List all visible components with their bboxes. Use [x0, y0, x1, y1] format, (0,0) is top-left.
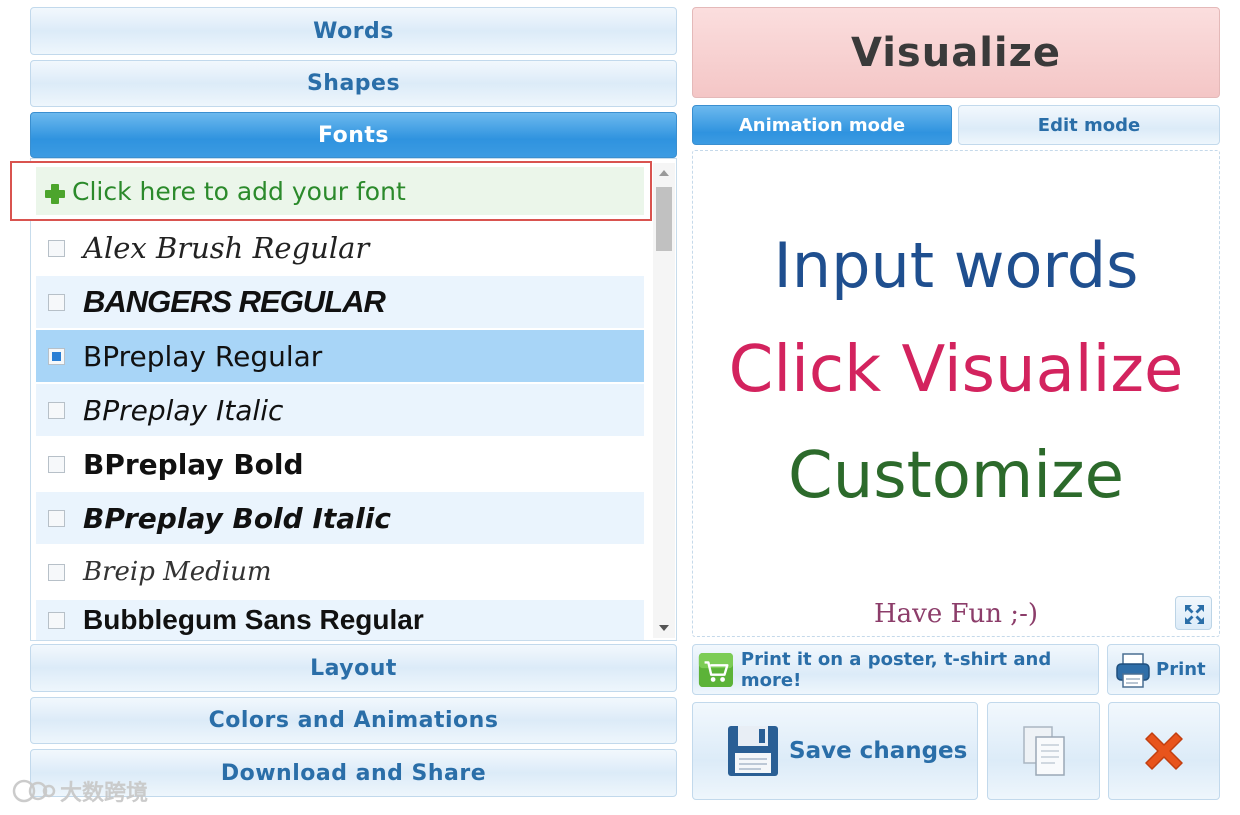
font-name: Alex Brush Regular: [83, 231, 370, 265]
font-name: BPreplay Bold Italic: [83, 501, 391, 535]
save-changes-button[interactable]: Save changes: [692, 702, 978, 800]
scroll-up-icon[interactable]: [659, 170, 669, 176]
font-checkbox[interactable]: [48, 293, 65, 311]
font-name: BPreplay Regular: [83, 339, 323, 373]
words-section-button[interactable]: Words: [30, 7, 677, 55]
floppy-disk-icon: [728, 726, 778, 776]
close-icon: [1145, 732, 1183, 770]
shapes-section-button[interactable]: Shapes: [30, 60, 677, 107]
visualize-button[interactable]: Visualize: [692, 7, 1220, 98]
preview-line-click-visualize: Click Visualize: [728, 333, 1184, 407]
font-item-bpreplay-bold-italic[interactable]: BPreplay Bold Italic: [36, 492, 644, 544]
printer-icon: [1116, 652, 1150, 688]
shopping-cart-icon: [698, 652, 733, 687]
font-name: BPreplay Bold: [83, 447, 304, 481]
font-checkbox[interactable]: [48, 401, 65, 419]
font-list-scrollbar[interactable]: [653, 163, 675, 638]
font-name: Bubblegum Sans Regular: [83, 604, 424, 635]
font-item-bpreplay-italic[interactable]: BPreplay Italic: [36, 384, 644, 436]
preview-line-input-words: Input words: [773, 229, 1139, 302]
font-item-bangers[interactable]: BANGERS REGULAR: [36, 276, 644, 328]
watermark: 大数跨境: [12, 776, 148, 806]
font-item-bpreplay-regular[interactable]: BPreplay Regular: [36, 330, 644, 382]
print-poster-button[interactable]: Print it on a poster, t-shirt and more!: [692, 644, 1099, 695]
wechat-logo-icon: [12, 779, 56, 803]
print-poster-label: Print it on a poster, t-shirt and more!: [740, 648, 1052, 691]
tab-animation-mode[interactable]: Animation mode: [692, 105, 952, 145]
delete-button[interactable]: [1108, 702, 1220, 800]
font-item-breip-medium[interactable]: Breip Medium: [36, 546, 644, 598]
font-checkbox[interactable]: [48, 239, 65, 257]
tab-edit-mode[interactable]: Edit mode: [958, 105, 1220, 145]
copy-icon: [1022, 726, 1065, 776]
font-checkbox[interactable]: [48, 563, 65, 581]
font-name: Breip Medium: [83, 557, 272, 587]
scroll-down-icon[interactable]: [659, 625, 669, 631]
plus-icon: [44, 183, 66, 205]
font-checkbox[interactable]: [48, 455, 65, 473]
print-button[interactable]: Print: [1107, 644, 1220, 695]
fullscreen-icon: [1185, 605, 1204, 624]
font-name: BPreplay Italic: [83, 393, 284, 427]
font-item-bubblegum-sans[interactable]: Bubblegum Sans Regular: [36, 600, 644, 640]
add-font-button[interactable]: Click here to add your font: [10, 161, 652, 221]
font-checkbox[interactable]: [48, 347, 65, 365]
layout-section-button[interactable]: Layout: [30, 644, 677, 692]
font-name: BANGERS REGULAR: [83, 284, 386, 319]
preview-canvas[interactable]: Input words Click Visualize Customize Ha…: [692, 150, 1220, 637]
copy-button[interactable]: [987, 702, 1100, 800]
add-font-row-inner[interactable]: Click here to add your font: [36, 167, 644, 215]
preview-line-customize: Customize: [788, 439, 1124, 513]
colors-animations-section-button[interactable]: Colors and Animations: [30, 697, 677, 744]
add-font-label: Click here to add your font: [72, 176, 406, 206]
watermark-text: 大数跨境: [60, 781, 149, 806]
font-item-alex-brush[interactable]: Alex Brush Regular: [36, 222, 644, 274]
save-changes-label: Save changes: [789, 738, 968, 764]
preview-have-fun: Have Fun ;-): [874, 599, 1038, 629]
font-checkbox[interactable]: [48, 509, 65, 527]
print-label: Print: [1156, 659, 1206, 680]
font-item-bpreplay-bold[interactable]: BPreplay Bold: [36, 438, 644, 490]
fullscreen-button[interactable]: [1175, 596, 1212, 630]
font-checkbox[interactable]: [48, 611, 65, 629]
fonts-section-button[interactable]: Fonts: [30, 112, 677, 158]
scroll-thumb[interactable]: [656, 187, 672, 251]
